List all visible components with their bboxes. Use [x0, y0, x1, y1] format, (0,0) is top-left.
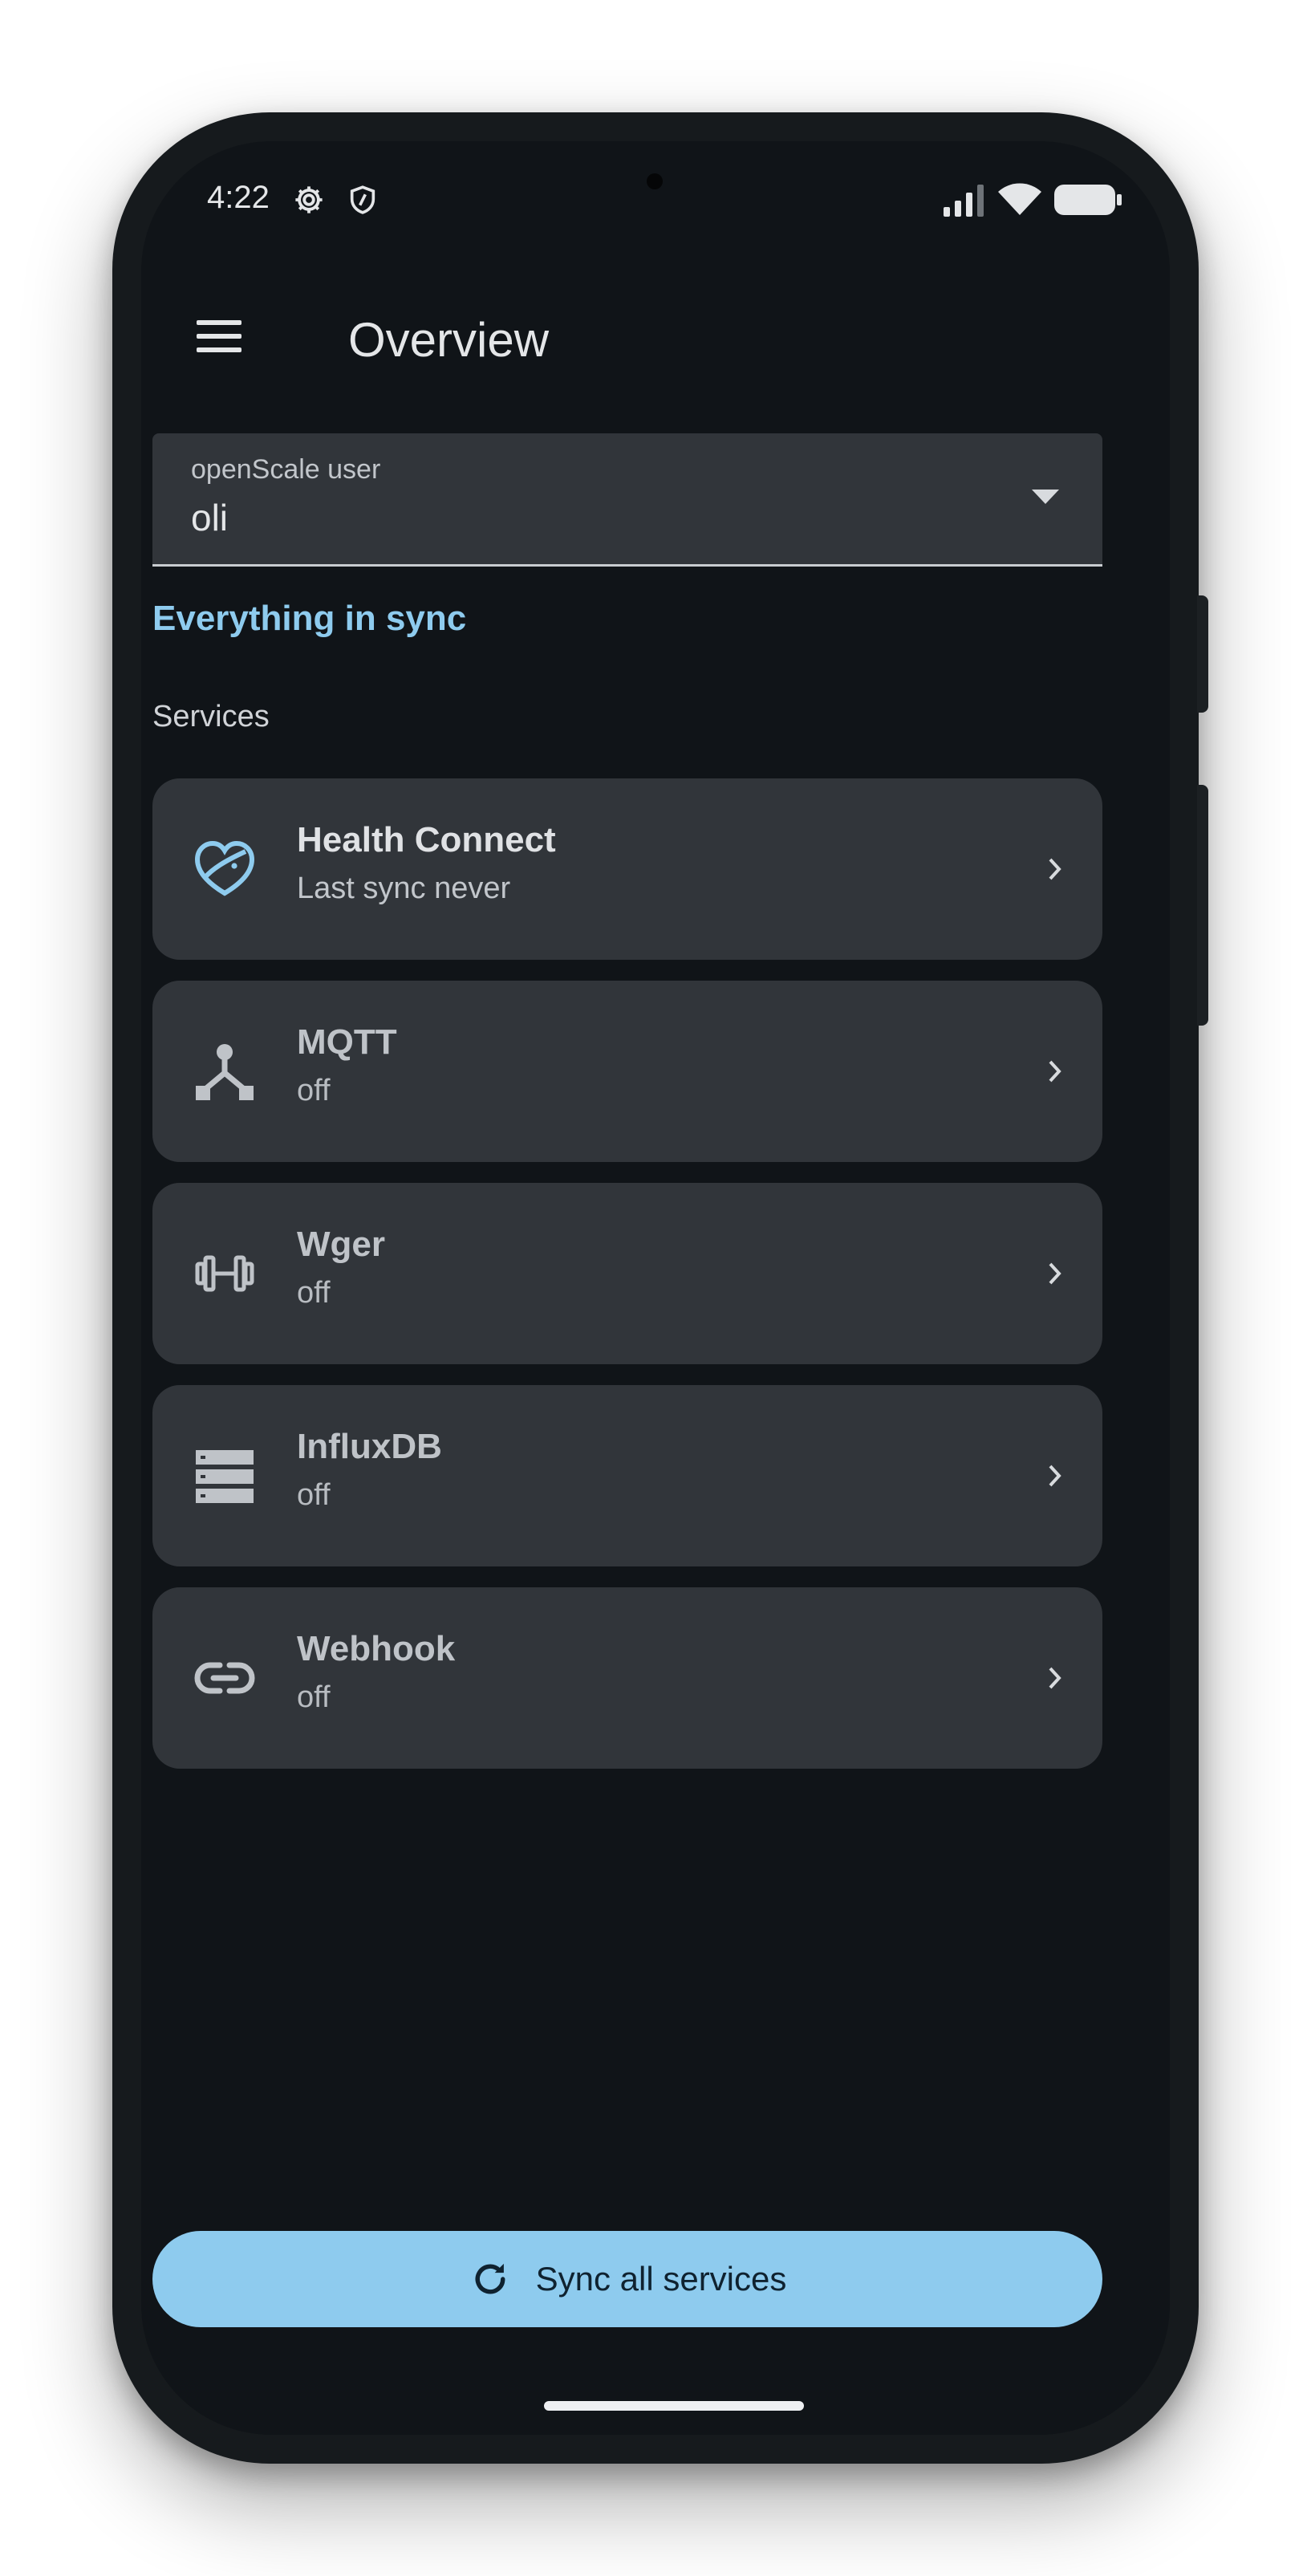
settings-gear-icon — [295, 186, 323, 213]
service-status: Last sync never — [297, 872, 511, 905]
service-name: MQTT — [297, 1022, 397, 1062]
dumbbell-icon — [195, 1255, 254, 1292]
service-card-webhook[interactable]: Webhook off — [152, 1587, 1102, 1769]
home-indicator[interactable] — [544, 2401, 804, 2411]
service-name: InfluxDB — [297, 1427, 442, 1466]
front-camera — [647, 173, 663, 189]
service-card-wger[interactable]: Wger off — [152, 1183, 1102, 1364]
sync-all-label: Sync all services — [535, 2260, 787, 2298]
services-section-label: Services — [152, 700, 270, 733]
service-name: Health Connect — [297, 820, 556, 859]
battery-icon — [1054, 185, 1122, 215]
page-title: Overview — [348, 313, 550, 367]
user-select-label: openScale user — [191, 454, 381, 485]
service-name: Webhook — [297, 1629, 456, 1668]
cell-signal-icon — [944, 185, 984, 217]
service-status: off — [297, 1276, 331, 1310]
chevron-right-icon — [1049, 1262, 1061, 1285]
link-icon — [194, 1662, 255, 1694]
service-card-health-connect[interactable]: Health Connect Last sync never — [152, 778, 1102, 960]
status-time: 4:22 — [207, 180, 270, 215]
sync-all-button[interactable]: Sync all services — [152, 2231, 1102, 2327]
service-status: off — [297, 1478, 331, 1512]
mqtt-hub-icon — [196, 1044, 254, 1100]
sync-status-text: Everything in sync — [152, 599, 467, 638]
service-card-influxdb[interactable]: InfluxDB off — [152, 1385, 1102, 1566]
user-select-value: oli — [191, 497, 229, 538]
service-name: Wger — [297, 1225, 385, 1264]
hamburger-menu-icon — [197, 320, 242, 352]
service-card-mqtt[interactable]: MQTT off — [152, 981, 1102, 1162]
volume-button — [1197, 595, 1208, 713]
dropdown-caret-icon — [1032, 490, 1059, 504]
refresh-icon — [475, 2263, 505, 2294]
chevron-right-icon — [1049, 1060, 1061, 1083]
chevron-right-icon — [1049, 1465, 1061, 1487]
chevron-right-icon — [1049, 1667, 1061, 1689]
menu-button[interactable] — [181, 299, 257, 374]
service-status: off — [297, 1680, 331, 1714]
chevron-right-icon — [1049, 858, 1061, 880]
wifi-icon — [998, 183, 1041, 215]
user-select-dropdown[interactable]: openScale user oli — [152, 433, 1102, 567]
health-connect-icon — [194, 840, 255, 896]
power-button — [1197, 785, 1208, 1026]
shield-icon — [350, 185, 375, 214]
service-status: off — [297, 1074, 331, 1107]
database-icon — [196, 1450, 254, 1503]
